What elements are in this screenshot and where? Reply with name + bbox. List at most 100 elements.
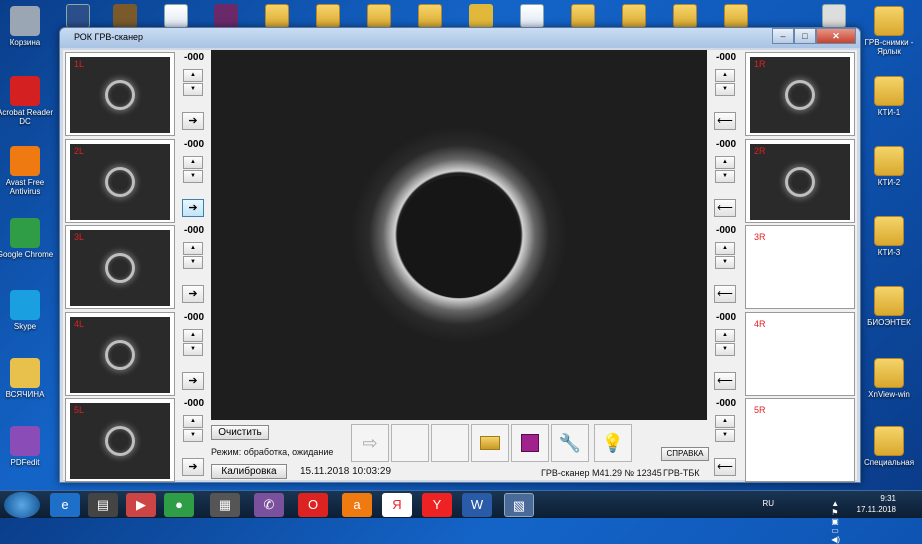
spin-up-button[interactable]: ▲ [715,328,735,342]
spin-down-button[interactable]: ▼ [715,256,735,269]
folder-icon[interactable] [571,4,595,28]
move-right-arrow-icon[interactable]: ➔ [182,458,204,476]
minimize-button[interactable]: – [772,28,794,44]
folder-icon[interactable] [673,4,697,28]
finger-image-1l[interactable]: 1L [65,52,175,136]
ie-icon[interactable]: e [50,493,80,517]
finger-image-2r[interactable]: 2R [745,138,855,223]
paint-icon[interactable] [469,4,493,28]
desktop-icon[interactable]: XnView-win [858,358,920,399]
spin-up-button[interactable]: ▲ [183,69,203,82]
desktop-icon[interactable]: КТИ-2 [858,146,920,187]
spin-up-button[interactable]: ▲ [715,242,735,255]
finger-image-3l[interactable]: 3L [65,225,175,309]
desktop-icon[interactable]: Специальная [858,426,920,467]
app-icon[interactable] [66,4,90,28]
grv-scanner-taskbar-icon[interactable]: ▧ [504,493,534,517]
desktop-icon[interactable]: Корзина [0,6,56,47]
spin-down-button[interactable]: ▼ [183,429,203,442]
spin-down-button[interactable]: ▼ [715,169,735,183]
viber-icon[interactable]: ✆ [254,493,284,517]
desktop-icon[interactable]: Skype [0,290,56,331]
winrar-icon[interactable] [214,4,238,28]
avast-icon[interactable]: a [342,493,372,517]
desktop-icon[interactable]: Acrobat Reader DC [0,76,56,126]
folder-icon[interactable] [367,4,391,28]
move-right-arrow-icon[interactable]: ➔ [182,112,204,130]
spin-up-button[interactable]: ▲ [183,415,203,428]
close-button[interactable]: ✕ [816,28,856,44]
language-indicator[interactable]: RU [762,499,774,508]
spin-up-button[interactable]: ▲ [183,328,203,342]
spin-up-button[interactable]: ▲ [715,69,735,82]
desktop-icon[interactable]: КТИ-3 [858,216,920,257]
finger-image-4r[interactable]: 4R [745,311,855,396]
word-icon[interactable]: W [462,493,492,517]
arrow-right-icon[interactable]: ⇨ [351,424,389,462]
help-button[interactable]: СПРАВКА [661,447,709,461]
clock-date[interactable]: 17.11.2018 [857,505,896,514]
spin-down-button[interactable]: ▼ [183,169,203,183]
desktop-icon[interactable]: БИОЭНТЕК [858,286,920,327]
finger-image-4l[interactable]: 4L [65,311,175,396]
move-right-arrow-icon[interactable]: ➔ [182,371,204,390]
spin-up-button[interactable]: ▲ [715,155,735,169]
desktop-icon[interactable]: КТИ-1 [858,76,920,117]
word-doc-icon[interactable] [520,4,544,28]
spin-up-button[interactable]: ▲ [183,155,203,169]
folder-icon[interactable] [418,4,442,28]
folder-open-icon[interactable] [471,424,509,462]
move-right-arrow-icon[interactable]: ➔ [182,285,204,303]
yandex-icon[interactable]: Я [382,493,412,517]
spin-down-button[interactable]: ▼ [183,83,203,96]
move-left-arrow-icon[interactable]: ⟵ [714,285,736,303]
lightbulb-icon[interactable]: 💡 [594,424,632,462]
chrome-icon[interactable]: ● [164,493,194,517]
desktop-icon[interactable]: ГРВ-снимки - Ярлык [858,6,920,56]
move-left-arrow-icon[interactable]: ⟵ [714,458,736,476]
explorer-icon[interactable]: ▤ [88,493,118,517]
folder-icon[interactable] [724,4,748,28]
title-bar[interactable]: РОК ГРВ-сканер – □ ✕ [60,28,860,48]
save-icon[interactable] [511,424,549,462]
finger-image-2l[interactable]: 2L [65,138,175,223]
app-icon[interactable] [113,4,137,28]
move-left-arrow-icon[interactable]: ⟵ [714,198,736,217]
calculator-icon[interactable] [822,4,846,28]
calibrate-button[interactable]: Калибровка [211,464,287,479]
desktop-icon[interactable]: PDFedit [0,426,56,467]
desktop-icon[interactable]: Google Chrome [0,218,56,259]
spin-down-button[interactable]: ▼ [715,429,735,442]
calculator-icon[interactable]: ▦ [210,493,240,517]
pdf-icon[interactable] [164,4,188,28]
folder-icon[interactable] [265,4,289,28]
spin-down-button[interactable]: ▼ [183,342,203,356]
clock-time[interactable]: 9:31 [880,494,896,503]
move-left-arrow-icon[interactable]: ⟵ [714,112,736,130]
spin-up-button[interactable]: ▲ [183,242,203,255]
start-button[interactable] [4,492,40,518]
spin-up-button[interactable]: ▲ [715,415,735,428]
empty-tool-slot[interactable] [431,424,469,462]
finger-image-3r[interactable]: 3R [745,225,855,309]
yandex-browser-icon[interactable]: Y [422,493,452,517]
spin-down-button[interactable]: ▼ [715,83,735,96]
folder-icon[interactable] [622,4,646,28]
desktop-icon[interactable]: ВСЯЧИНА [0,358,56,399]
maximize-button[interactable]: □ [794,28,816,44]
clear-button[interactable]: Очистить [211,425,269,440]
move-left-arrow-icon[interactable]: ⟵ [714,371,736,390]
desktop-icon[interactable]: Avast Free Antivirus [0,146,56,196]
spin-down-button[interactable]: ▼ [183,256,203,269]
opera-icon[interactable]: O [298,493,328,517]
empty-tool-slot[interactable] [391,424,429,462]
media-player-icon[interactable]: ▶ [126,493,156,517]
wrench-icon[interactable]: 🔧 [551,424,589,462]
spin-down-button[interactable]: ▼ [715,342,735,356]
move-right-arrow-icon[interactable]: ➔ [182,198,204,217]
tray-icons[interactable]: ▲ ⚑ ▣ ▭ ◀) [831,499,840,544]
folder-icon[interactable] [316,4,340,28]
finger-image-5l[interactable]: 5L [65,398,175,482]
finger-image-5r[interactable]: 5R [745,398,855,482]
finger-image-1r[interactable]: 1R [745,52,855,136]
